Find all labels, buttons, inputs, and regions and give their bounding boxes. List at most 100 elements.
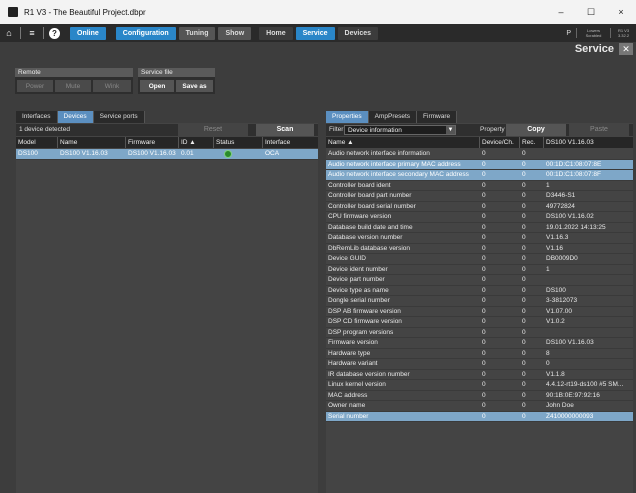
p-indicator: P bbox=[566, 29, 571, 37]
copy-button[interactable]: Copy bbox=[506, 124, 566, 136]
col-status[interactable]: Status bbox=[214, 137, 263, 148]
prop-name: Controller board part number bbox=[328, 192, 412, 199]
prop-value: DS100 V1.16.02 bbox=[546, 213, 594, 220]
prop-rec: 0 bbox=[522, 381, 526, 388]
col-firmware[interactable]: Firmware bbox=[126, 137, 179, 148]
table-row[interactable]: Audio network interface secondary MAC ad… bbox=[326, 170, 633, 181]
table-row[interactable]: DSP program versions 0 0 bbox=[326, 328, 633, 338]
table-row[interactable]: DSP CD firmware version 0 0 V1.0.2 bbox=[326, 317, 633, 328]
prop-device-ch: 0 bbox=[482, 318, 486, 325]
tab-devices[interactable]: Devices bbox=[57, 111, 94, 123]
open-button[interactable]: Open bbox=[140, 80, 174, 92]
prop-rec: 0 bbox=[522, 276, 526, 283]
table-row[interactable]: Device type as name 0 0 DS100 bbox=[326, 286, 633, 296]
prop-value: V1.16 bbox=[546, 244, 563, 252]
prop-rec: 0 bbox=[522, 328, 526, 336]
service-file-group: Service file Open Save as bbox=[138, 68, 215, 94]
devices-button[interactable]: Devices bbox=[337, 26, 378, 40]
tab-firmware[interactable]: Firmware bbox=[417, 111, 458, 123]
table-row[interactable]: Dongle serial number 0 0 3-3812073 bbox=[326, 296, 633, 307]
filter-label: Filter bbox=[329, 126, 344, 133]
prop-rec: 0 bbox=[522, 150, 526, 157]
prop-device-ch: 0 bbox=[482, 370, 486, 378]
properties-table-body: Audio network interface information 0 0 Aud… bbox=[326, 149, 633, 422]
tab-properties[interactable]: Properties bbox=[326, 111, 369, 123]
device-name: DS100 V1.16.03 bbox=[60, 150, 108, 157]
window-titlebar: R1 V3 - The Beautiful Project.dbpr – ☐ × bbox=[0, 0, 636, 24]
properties-toolbar: Filter Device information ▼ Property Cop… bbox=[326, 124, 633, 136]
prop-name: DbRemLib database version bbox=[328, 244, 411, 252]
prop-value: 3-3812073 bbox=[546, 297, 578, 304]
tab-service-ports[interactable]: Service ports bbox=[93, 111, 145, 123]
table-row[interactable]: Device ident number 0 0 1 bbox=[326, 265, 633, 275]
table-row[interactable]: Hardware variant 0 0 0 bbox=[326, 359, 633, 370]
table-row[interactable]: Database build date and time 0 0 19.01.2022… bbox=[326, 223, 633, 233]
table-row[interactable]: DbRemLib database version 0 0 V1.16 bbox=[326, 244, 633, 254]
tab-amppresets[interactable]: AmpPresets bbox=[368, 111, 418, 123]
wink-button[interactable]: Wink bbox=[93, 80, 131, 92]
prop-device-ch: 0 bbox=[482, 192, 486, 199]
show-button[interactable]: Show bbox=[218, 26, 252, 40]
col-rec[interactable]: Rec. bbox=[520, 137, 544, 148]
tab-interfaces[interactable]: Interfaces bbox=[16, 111, 58, 123]
tuning-button[interactable]: Tuning bbox=[178, 26, 216, 40]
table-row[interactable]: Owner name 0 0 John Doe bbox=[326, 401, 633, 412]
table-row[interactable]: Device GUID 0 0 DB0009D0 bbox=[326, 254, 633, 265]
scan-button[interactable]: Scan bbox=[256, 124, 314, 136]
table-row[interactable]: Device part number 0 0 bbox=[326, 275, 633, 286]
prop-name: Device ident number bbox=[328, 265, 388, 273]
col-name[interactable]: Name bbox=[58, 137, 126, 148]
paste-button[interactable]: Paste bbox=[569, 124, 629, 136]
mute-button[interactable]: Mute bbox=[55, 80, 91, 92]
home-icon[interactable]: ⌂ bbox=[0, 24, 18, 42]
device-interface: OCA bbox=[265, 150, 280, 157]
col-id[interactable]: ID ▲ bbox=[179, 137, 214, 148]
col-device-value[interactable]: DS100 V1.16.03 bbox=[544, 137, 633, 148]
minimize-button[interactable]: – bbox=[546, 0, 576, 24]
table-row[interactable]: IR database version number 0 0 V1.1.8 bbox=[326, 370, 633, 380]
prop-device-ch: 0 bbox=[482, 244, 486, 252]
table-row[interactable]: Hardware type 0 0 8 bbox=[326, 349, 633, 359]
table-row[interactable]: Linux kernel version 0 0 4.4.12-rt19-ds100 … bbox=[326, 380, 633, 391]
table-row[interactable]: DS100 DS100 V1.16.03 DS100 V1.16.03 0.01… bbox=[16, 149, 318, 160]
help-icon[interactable]: ? bbox=[49, 27, 60, 39]
col-device-ch[interactable]: Device/Ch. bbox=[480, 137, 520, 148]
prop-value: 49772824 bbox=[546, 202, 575, 210]
remote-group: Remote Power Mute Wink bbox=[15, 68, 133, 94]
maximize-button[interactable]: ☐ bbox=[576, 0, 606, 24]
table-row[interactable]: Audio network interface primary MAC addr… bbox=[326, 159, 633, 170]
save-as-button[interactable]: Save as bbox=[176, 80, 213, 92]
filter-dropdown[interactable]: Device information ▼ bbox=[344, 125, 456, 135]
status-ok-icon bbox=[224, 150, 232, 158]
reset-button[interactable]: Reset bbox=[178, 124, 248, 136]
prop-device-ch: 0 bbox=[482, 297, 486, 304]
table-row[interactable]: MAC address 0 0 90:1B:0E:97:92:16 bbox=[326, 391, 633, 401]
page-title: Service bbox=[574, 43, 614, 55]
table-row[interactable]: Serial number 0 0 Z410000000093 bbox=[326, 411, 633, 422]
status-line-2: R1 V3 3.32.2 bbox=[610, 28, 636, 38]
online-button[interactable]: Online bbox=[70, 26, 106, 40]
table-row[interactable]: CPU firmware version 0 0 DS100 V1.16.02 bbox=[326, 212, 633, 223]
close-icon[interactable]: ✕ bbox=[619, 43, 633, 55]
prop-rec: 0 bbox=[522, 234, 526, 241]
table-row[interactable]: Firmware version 0 0 DS100 V1.16.03 bbox=[326, 338, 633, 349]
prop-value: John Doe bbox=[546, 402, 574, 409]
menu-icon[interactable]: ≡ bbox=[23, 24, 41, 42]
table-row[interactable]: Controller board part number 0 0 D3446-S1 bbox=[326, 191, 633, 202]
table-row[interactable]: DSP AB firmware version 0 0 V1.07.00 bbox=[326, 307, 633, 317]
col-model[interactable]: Model bbox=[16, 137, 58, 148]
service-button[interactable]: Service bbox=[295, 26, 335, 40]
table-row[interactable]: Audio network interface information 0 0 bbox=[326, 149, 633, 160]
prop-value: D3446-S1 bbox=[546, 192, 576, 199]
close-window-button[interactable]: × bbox=[606, 0, 636, 24]
power-button[interactable]: Power bbox=[17, 80, 53, 92]
col-interface[interactable]: Interface bbox=[263, 137, 318, 148]
table-row[interactable]: Controller board serial number 0 0 49772824 bbox=[326, 202, 633, 212]
configuration-button[interactable]: Configuration bbox=[115, 26, 176, 40]
col-prop-name[interactable]: Name ▲ bbox=[326, 137, 480, 148]
home-button[interactable]: Home bbox=[259, 26, 293, 40]
app-icon bbox=[8, 7, 18, 17]
prop-device-ch: 0 bbox=[482, 213, 486, 220]
table-row[interactable]: Database version number 0 0 V1.16.3 bbox=[326, 233, 633, 244]
table-row[interactable]: Controller board ident 0 0 1 bbox=[326, 181, 633, 191]
